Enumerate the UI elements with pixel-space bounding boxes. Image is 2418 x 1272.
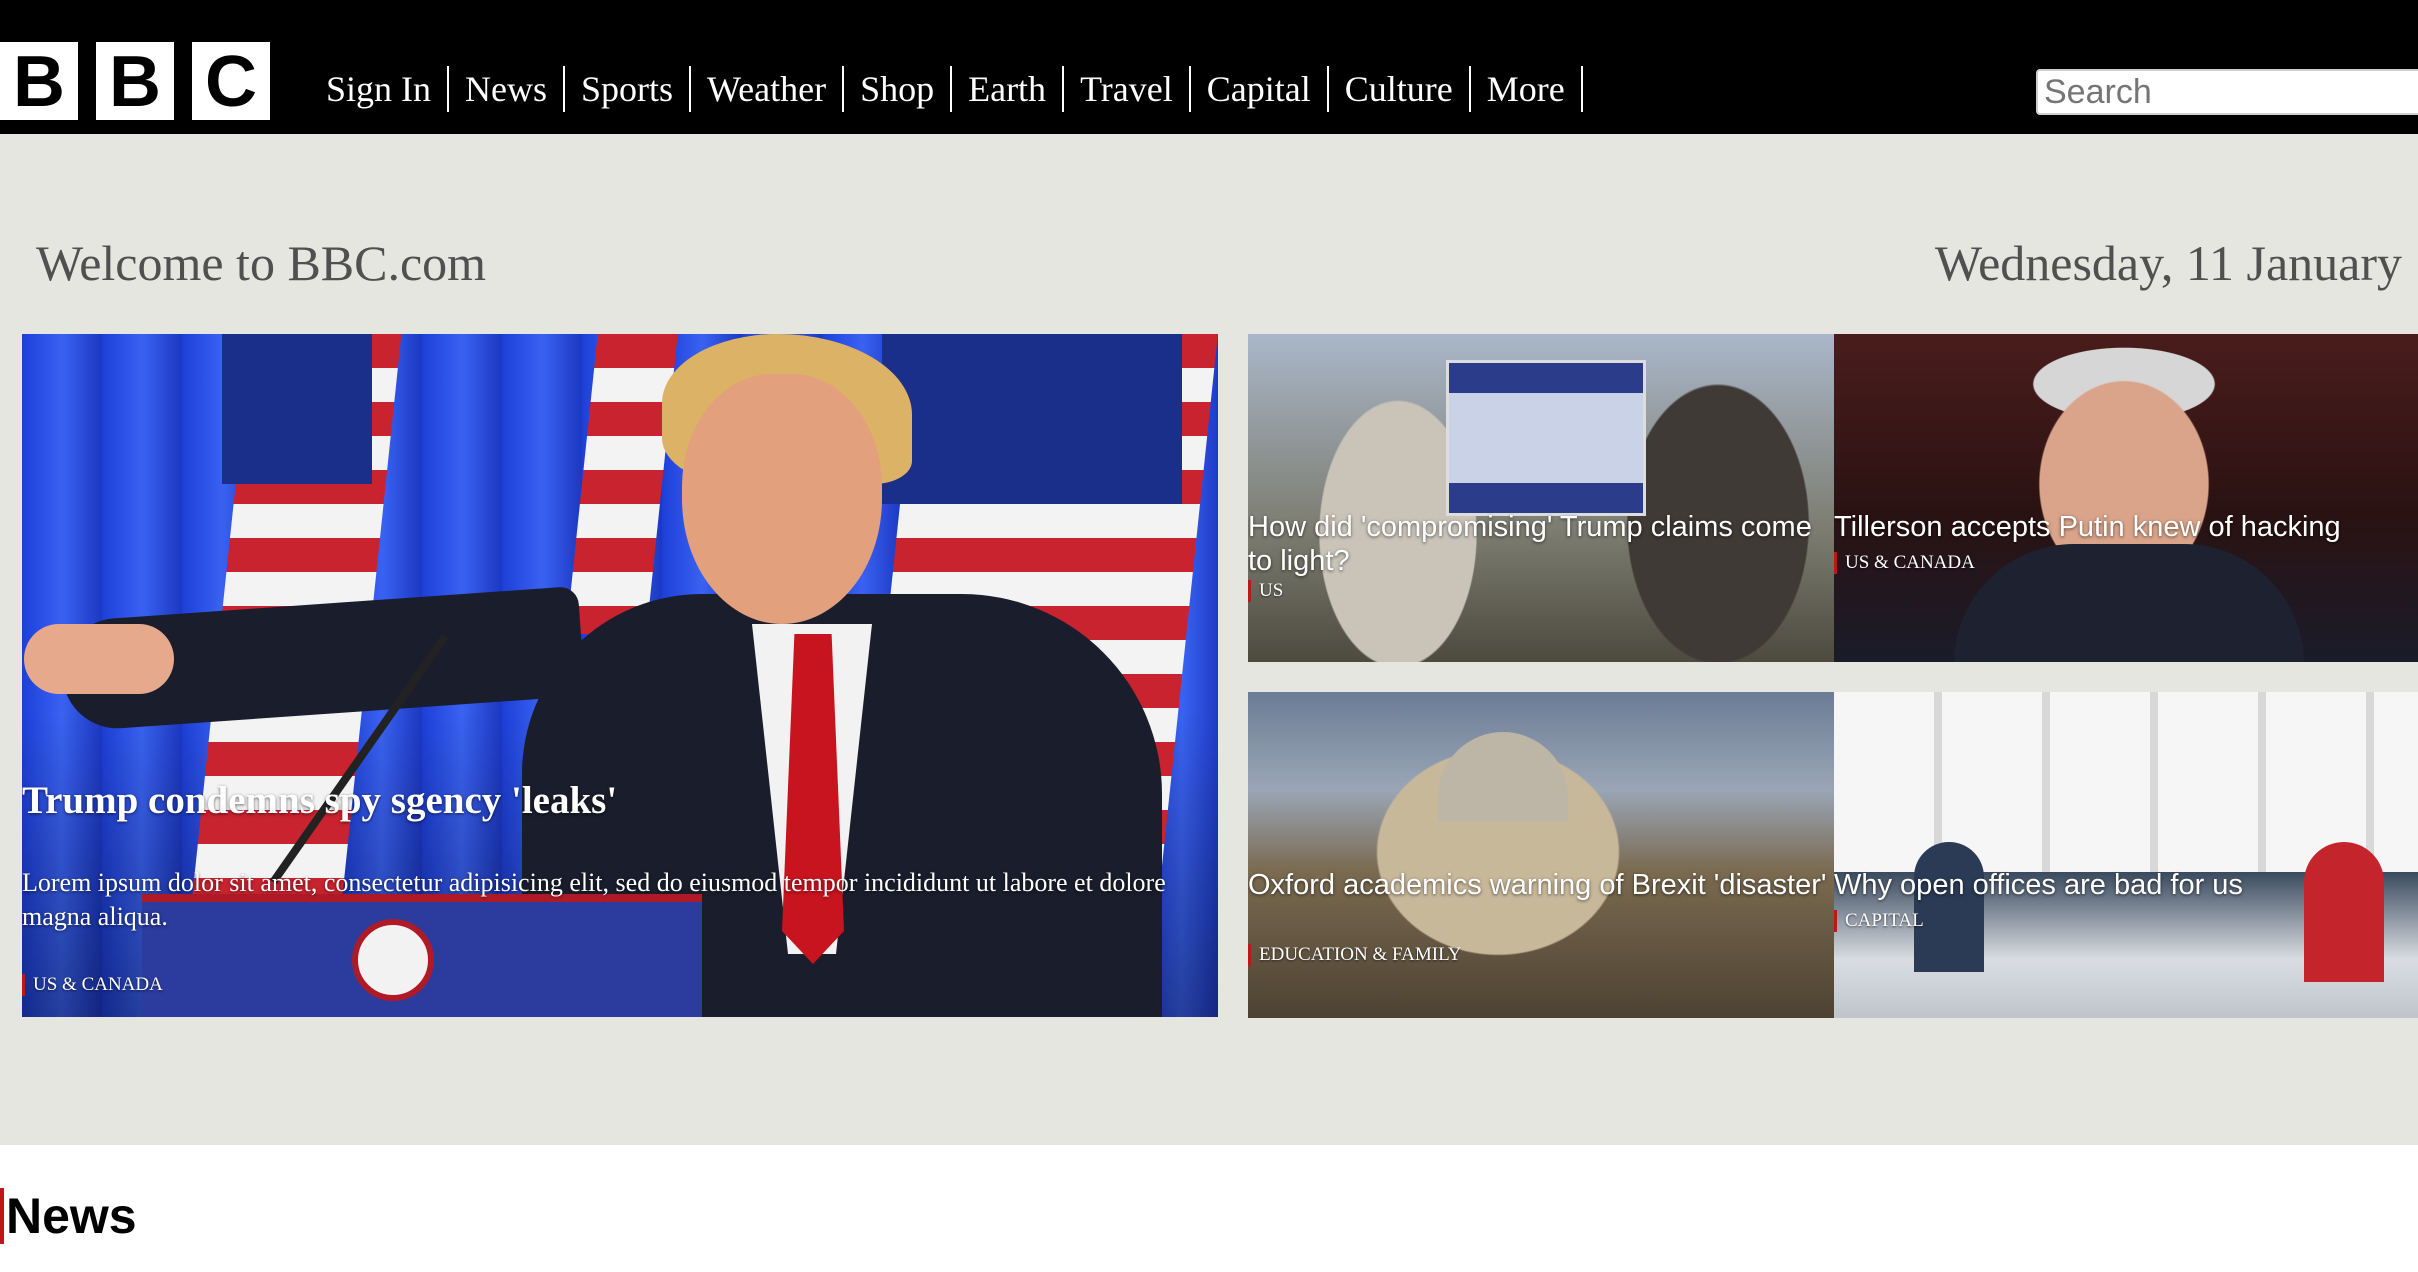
nav-sports[interactable]: Sports bbox=[565, 66, 692, 112]
story-title[interactable]: How did 'compromising' Trump claims come… bbox=[1248, 510, 1828, 578]
story-card[interactable]: Oxford academics warning of Brexit 'disa… bbox=[1248, 692, 1834, 1018]
story-card[interactable]: Tillerson accepts Putin knew of hacking … bbox=[1834, 334, 2418, 662]
story-tag[interactable]: US bbox=[1248, 580, 1283, 602]
nav-earth[interactable]: Earth bbox=[952, 66, 1065, 112]
logo-letter-b1: B bbox=[0, 42, 78, 122]
story-tag[interactable]: US & CANADA bbox=[1834, 552, 1975, 574]
story-tag[interactable]: EDUCATION & FAMILY bbox=[1248, 944, 1462, 966]
story-image bbox=[1834, 692, 2418, 1018]
nav-news[interactable]: News bbox=[449, 66, 565, 112]
person-graphic bbox=[1914, 842, 1984, 972]
story-image bbox=[1834, 334, 2418, 662]
logo-letter-b2: B bbox=[96, 42, 174, 122]
flag-stars-graphic bbox=[882, 334, 1182, 504]
story-card[interactable]: Why open offices are bad for us CAPITAL bbox=[1834, 692, 2418, 1018]
dome-graphic bbox=[1438, 732, 1568, 822]
speaker-hand bbox=[24, 624, 174, 694]
nav-capital[interactable]: Capital bbox=[1191, 66, 1329, 112]
main-nav: Sign In News Sports Weather Shop Earth T… bbox=[310, 64, 1583, 114]
speaker-face bbox=[682, 374, 882, 624]
main-story-description: Lorem ipsum dolor sit amet, consectetur … bbox=[22, 868, 1166, 931]
nav-culture[interactable]: Culture bbox=[1329, 66, 1471, 112]
billboard-graphic bbox=[1446, 360, 1646, 516]
nav-sign-in[interactable]: Sign In bbox=[310, 66, 450, 112]
main-story-card[interactable]: Trump condemns spy sgency 'leaks' Lorem … bbox=[22, 334, 1218, 1017]
hero-section: Welcome to BBC.com Wednesday, 11 January… bbox=[0, 134, 2418, 1145]
person-graphic bbox=[2304, 842, 2384, 982]
nav-more[interactable]: More bbox=[1471, 66, 1583, 112]
story-tag[interactable]: CAPITAL bbox=[1834, 910, 1924, 932]
nav-weather[interactable]: Weather bbox=[691, 66, 845, 112]
speaker-suit bbox=[1954, 544, 2304, 662]
logo-letter-c: C bbox=[192, 42, 270, 122]
search-input[interactable] bbox=[2036, 69, 2418, 115]
flag-graphic bbox=[566, 334, 678, 634]
story-title[interactable]: Oxford academics warning of Brexit 'disa… bbox=[1248, 868, 1828, 902]
nav-travel[interactable]: Travel bbox=[1064, 66, 1191, 112]
main-story-title[interactable]: Trump condemns spy sgency 'leaks' bbox=[22, 778, 617, 823]
top-bar: B B C Sign In News Sports Weather Shop E… bbox=[0, 0, 2418, 134]
story-image bbox=[1248, 692, 1834, 1018]
bbc-logo[interactable]: B B C bbox=[0, 42, 288, 122]
story-card[interactable]: How did 'compromising' Trump claims come… bbox=[1248, 334, 1834, 662]
story-title[interactable]: Why open offices are bad for us bbox=[1834, 868, 2414, 902]
story-image bbox=[1248, 334, 1834, 662]
story-title[interactable]: Tillerson accepts Putin knew of hacking bbox=[1834, 510, 2414, 544]
current-date: Wednesday, 11 January bbox=[1934, 235, 2402, 291]
flag-stars-graphic bbox=[222, 334, 372, 484]
main-story-tag[interactable]: US & CANADA bbox=[22, 974, 163, 996]
welcome-heading: Welcome to BBC.com bbox=[36, 235, 487, 291]
news-section-title: News bbox=[0, 1188, 137, 1244]
nav-shop[interactable]: Shop bbox=[844, 66, 953, 112]
